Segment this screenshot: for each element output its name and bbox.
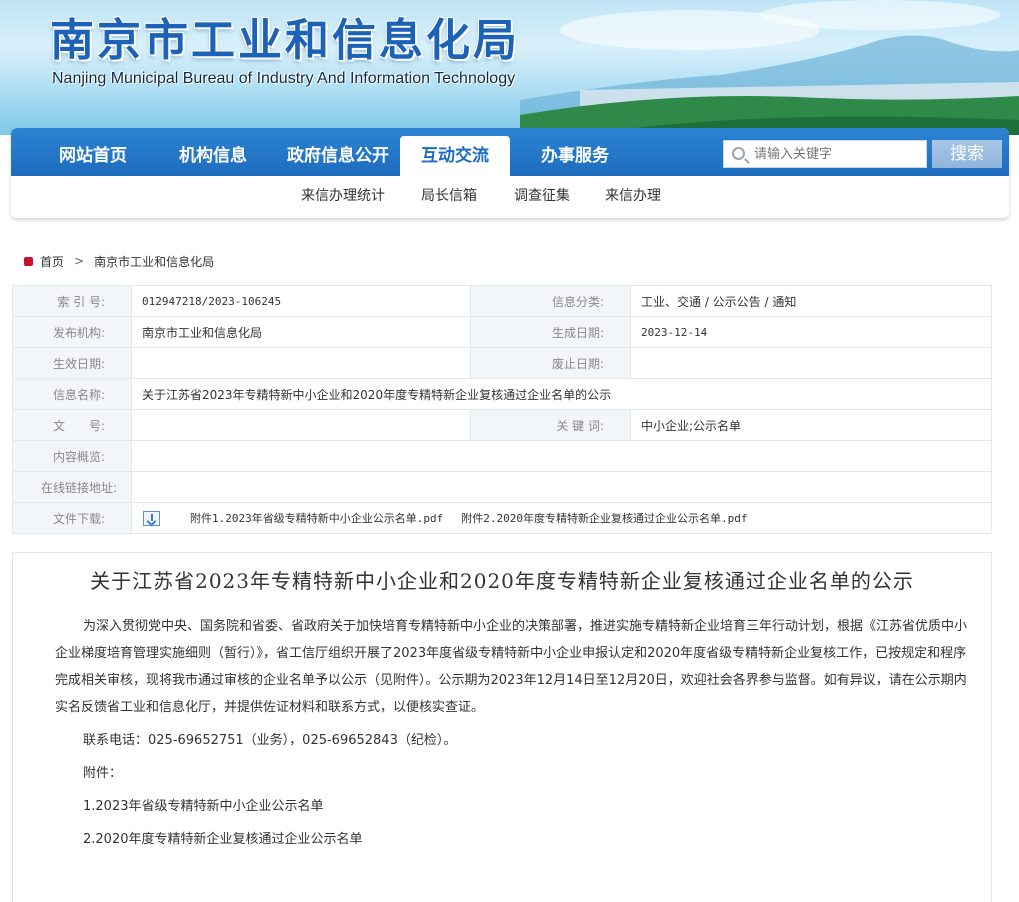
sub-nav-survey[interactable]: 调查征集 xyxy=(514,176,570,218)
nav-item-organization[interactable]: 机构信息 xyxy=(161,136,265,176)
attachment-heading: 附件： xyxy=(83,766,123,781)
main-nav: 网站首页 机构信息 政府信息公开 互动交流 办事服务 搜索 xyxy=(11,128,1009,176)
online-link-label: 在线链接地址: xyxy=(12,471,132,503)
category-label: 信息分类: xyxy=(470,285,631,317)
table-row: 内容概览: xyxy=(12,440,992,472)
table-row: 文件下载: 附件1.2023年省级专精特新中小企业公示名单.pdf 附件2.202… xyxy=(12,502,992,534)
article-body: 为深入贯彻党中央、国务院和省委、省政府关于加快培育专精特新中小企业的决策部署，推… xyxy=(55,613,973,859)
name-label: 信息名称: xyxy=(12,378,132,410)
index-value: 012947218/2023-106245 xyxy=(131,285,471,317)
attachment-item-1[interactable]: 1.2023年省级专精特新中小企业公示名单 xyxy=(55,793,973,820)
table-row: 生效日期: 废止日期: xyxy=(12,347,992,379)
table-row: 索 引 号: 012947218/2023-106245 信息分类: 工业、交通… xyxy=(12,285,992,317)
sub-nav: 来信办理统计 局长信箱 调查征集 来信办理 xyxy=(11,176,1009,218)
publisher-label: 发布机构: xyxy=(12,316,132,348)
home-icon xyxy=(24,256,33,266)
breadcrumb-current[interactable]: 南京市工业和信息化局 xyxy=(94,253,214,270)
nav-item-home[interactable]: 网站首页 xyxy=(41,136,145,176)
search-input[interactable] xyxy=(754,141,924,167)
index-label: 索 引 号: xyxy=(12,285,132,317)
download-cell: 附件1.2023年省级专精特新中小企业公示名单.pdf 附件2.2020年度专精特… xyxy=(131,502,992,534)
table-row: 信息名称: 关于江苏省2023年专精特新中小企业和2020年度专精特新企业复核通… xyxy=(12,378,992,410)
article-title: 关于江苏省2023年专精特新中小企业和2020年度专精特新企业复核通过企业名单的… xyxy=(90,569,914,593)
publisher-value: 南京市工业和信息化局 xyxy=(131,316,471,348)
download-label: 文件下载: xyxy=(12,502,132,534)
keywords-value: 中小企业;公示名单 xyxy=(630,409,992,441)
download-icon[interactable] xyxy=(143,511,160,527)
search-button[interactable]: 搜索 xyxy=(932,140,1002,168)
article-content: 关于江苏省2023年专精特新中小企业和2020年度专精特新企业复核通过企业名单的… xyxy=(12,552,992,902)
contact-info: 联系电话：025-69652751（业务），025-69652843（纪检）。 xyxy=(83,733,457,748)
sub-nav-director-mailbox[interactable]: 局长信箱 xyxy=(421,176,477,218)
breadcrumb: 首页 > 南京市工业和信息化局 xyxy=(24,252,214,270)
document-info-table: 索 引 号: 012947218/2023-106245 信息分类: 工业、交通… xyxy=(12,285,992,534)
online-link-value xyxy=(131,471,992,503)
effective-label: 生效日期: xyxy=(12,347,132,379)
attachment-item-2[interactable]: 2.2020年度专精特新企业复核通过企业公示名单 xyxy=(55,826,973,853)
expire-value xyxy=(630,347,992,379)
keywords-label: 关 键 词: xyxy=(470,409,631,441)
table-row: 文 号: 关 键 词: 中小企业;公示名单 xyxy=(12,409,992,441)
navigation-bar: 网站首页 机构信息 政府信息公开 互动交流 办事服务 搜索 来信办理统计 局长信… xyxy=(11,128,1009,218)
category-value: 工业、交通 / 公示公告 / 通知 xyxy=(630,285,992,317)
nav-item-interaction[interactable]: 互动交流 xyxy=(400,136,510,176)
summary-label: 内容概览: xyxy=(12,440,132,472)
site-banner: 南京市工业和信息化局 Nanjing Municipal Bureau of I… xyxy=(0,0,1019,135)
effective-value xyxy=(131,347,471,379)
name-value: 关于江苏省2023年专精特新中小企业和2020年度专精特新企业复核通过企业名单的… xyxy=(131,378,992,410)
summary-value xyxy=(131,440,992,472)
breadcrumb-separator: > xyxy=(74,254,85,268)
attachment-link-2[interactable]: 附件2.2020年度专精特新企业复核通过企业公示名单.pdf xyxy=(461,512,747,525)
search-box xyxy=(723,140,927,168)
docno-value xyxy=(131,409,471,441)
created-value: 2023-12-14 xyxy=(630,316,992,348)
site-title-cn: 南京市工业和信息化局 xyxy=(50,15,520,66)
site-title-en: Nanjing Municipal Bureau of Industry And… xyxy=(52,70,516,87)
expire-label: 废止日期: xyxy=(470,347,631,379)
table-row: 发布机构: 南京市工业和信息化局 生成日期: 2023-12-14 xyxy=(12,316,992,348)
nav-item-services[interactable]: 办事服务 xyxy=(523,136,627,176)
sub-nav-letter-stats[interactable]: 来信办理统计 xyxy=(301,176,385,218)
attachment-link-1[interactable]: 附件1.2023年省级专精特新中小企业公示名单.pdf xyxy=(190,512,443,525)
table-row: 在线链接地址: xyxy=(12,471,992,503)
nav-item-gov-info[interactable]: 政府信息公开 xyxy=(273,136,403,176)
created-label: 生成日期: xyxy=(470,316,631,348)
article-paragraph: 为深入贯彻党中央、国务院和省委、省政府关于加快培育专精特新中小企业的决策部署，推… xyxy=(55,619,968,715)
banner-landscape xyxy=(520,35,1019,135)
search-icon xyxy=(732,147,745,160)
breadcrumb-home[interactable]: 首页 xyxy=(40,253,64,270)
sub-nav-letter-handling[interactable]: 来信办理 xyxy=(605,176,661,218)
docno-label: 文 号: xyxy=(12,409,132,441)
